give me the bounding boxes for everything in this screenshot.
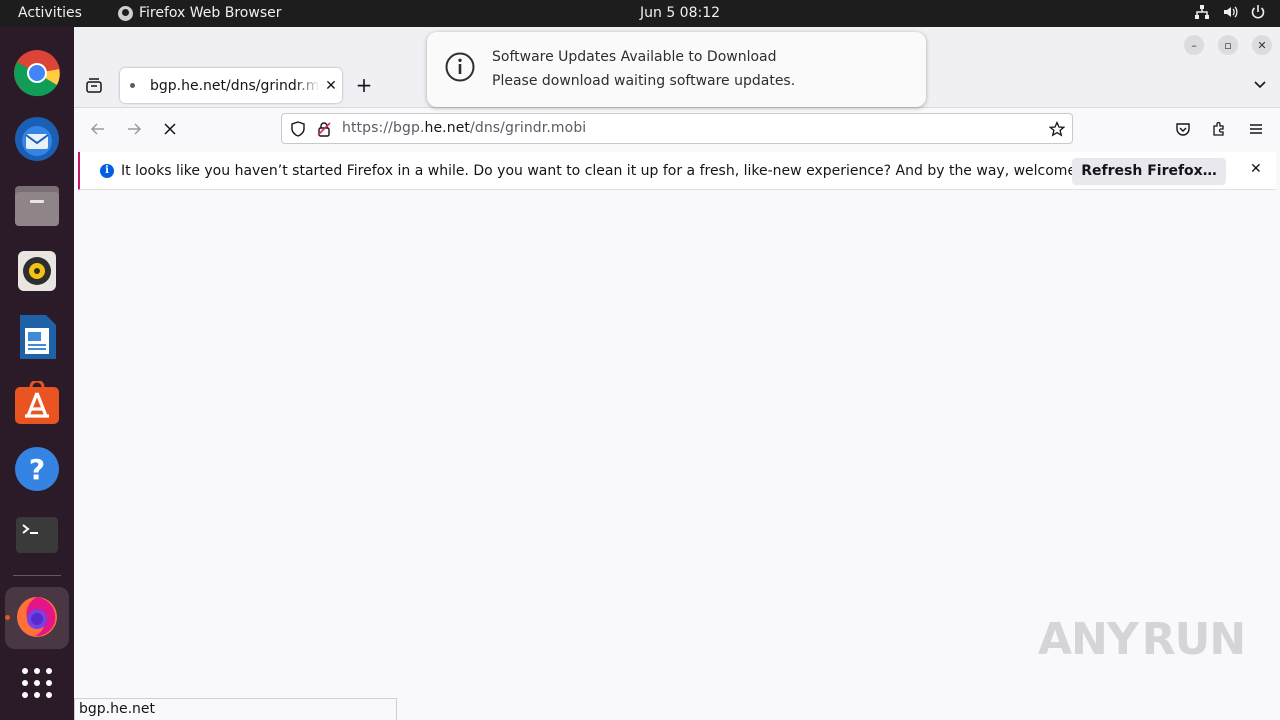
maximize-icon[interactable]: ▫: [1218, 35, 1238, 55]
info-circle-icon: [445, 52, 475, 82]
forward-icon[interactable]: [125, 120, 143, 138]
anyrun-watermark: ANY RUN: [1038, 606, 1246, 672]
activities-button[interactable]: Activities: [18, 5, 82, 21]
power-icon: [1251, 5, 1265, 19]
new-tab-icon[interactable]: +: [354, 75, 374, 96]
network-icon: [1195, 5, 1209, 19]
help-icon[interactable]: ?: [13, 445, 61, 493]
minimize-icon[interactable]: –: [1184, 35, 1204, 55]
files-icon[interactable]: [13, 181, 61, 229]
menu-icon[interactable]: [1247, 120, 1265, 138]
info-icon: i: [100, 164, 114, 178]
url-path: /dns/grindr.mobi: [470, 120, 587, 136]
back-icon[interactable]: [89, 120, 107, 138]
bookmark-star-icon[interactable]: [1049, 121, 1065, 137]
close-window-icon[interactable]: ✕: [1252, 35, 1272, 55]
terminal-icon[interactable]: [13, 511, 61, 559]
thunderbird-icon[interactable]: [13, 115, 61, 163]
stop-icon[interactable]: [161, 120, 179, 138]
window-controls: – ▫ ✕: [1184, 35, 1272, 55]
watermark-right-text: RUN: [1141, 613, 1246, 665]
url-bar[interactable]: https://bgp.he.net/dns/grindr.mobi: [281, 113, 1073, 144]
watermark-left-text: ANY: [1038, 613, 1139, 665]
tab-active[interactable]: bgp.he.net/dns/grindr.mobi ✕: [120, 68, 342, 103]
firefox-icon: [118, 5, 133, 21]
tab-title: bgp.he.net/dns/grindr.mobi: [150, 77, 320, 94]
app-name: Firefox Web Browser: [139, 5, 282, 21]
refresh-firefox-button[interactable]: Refresh Firefox…: [1072, 158, 1226, 185]
top-bar: Activities Firefox Web Browser Jun 5 08:…: [0, 0, 1280, 27]
tracking-protection-icon[interactable]: [290, 121, 306, 137]
app-menu[interactable]: Firefox Web Browser: [118, 5, 282, 21]
pocket-icon[interactable]: [1174, 120, 1192, 138]
volume-icon: [1224, 6, 1238, 18]
dock: ?: [0, 27, 74, 720]
url-text: https://bgp.he.net/dns/grindr.mobi: [342, 120, 586, 136]
loading-favicon-icon: [130, 83, 135, 88]
chrome-icon[interactable]: [13, 49, 61, 97]
show-applications-icon[interactable]: [13, 659, 61, 707]
software-update-notification[interactable]: Software Updates Available to Download P…: [427, 32, 926, 107]
dock-separator: [13, 575, 61, 576]
url-prefix: https://bgp.: [342, 120, 425, 136]
status-panel: bgp.he.net: [74, 698, 397, 720]
nav-bar: https://bgp.he.net/dns/grindr.mobi: [74, 108, 1280, 152]
libreoffice-writer-icon[interactable]: [13, 313, 61, 361]
rhythmbox-icon[interactable]: [13, 247, 61, 295]
refresh-firefox-notification: i It looks like you haven’t started Fire…: [78, 152, 1276, 190]
chevron-down-icon[interactable]: [1252, 76, 1268, 92]
insecure-lock-icon[interactable]: [316, 121, 332, 137]
firefox-view-icon[interactable]: [84, 76, 104, 96]
url-host: he.net: [424, 120, 471, 136]
system-tray[interactable]: [1194, 4, 1266, 20]
extensions-icon[interactable]: [1210, 120, 1228, 138]
close-notification-icon[interactable]: ✕: [1250, 161, 1262, 177]
svg-text:?: ?: [29, 453, 45, 486]
notification-message: It looks like you haven’t started Firefo…: [121, 163, 1120, 179]
notification-body: Please download waiting software updates…: [492, 73, 796, 89]
notification-title: Software Updates Available to Download: [492, 49, 777, 65]
ubuntu-software-icon[interactable]: [13, 379, 61, 427]
clock[interactable]: Jun 5 08:12: [640, 5, 720, 21]
running-indicator: [5, 615, 10, 620]
firefox-dock-icon[interactable]: [13, 593, 61, 641]
close-tab-icon[interactable]: ✕: [320, 78, 342, 94]
